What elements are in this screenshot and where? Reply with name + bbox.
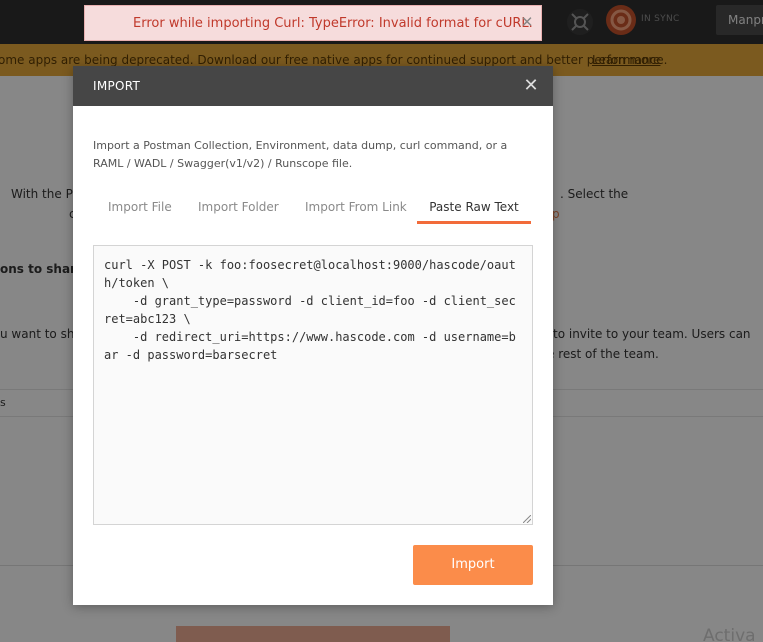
- tab-import-from-link[interactable]: Import From Link: [305, 190, 407, 224]
- import-description: Import a Postman Collection, Environment…: [93, 139, 508, 170]
- error-toast: Error while importing Curl: TypeError: I…: [84, 5, 542, 41]
- import-tabs: Import File Import Folder Import From Li…: [93, 190, 533, 226]
- raw-text-input[interactable]: curl -X POST -k foo:foosecret@localhost:…: [93, 245, 533, 525]
- close-icon[interactable]: ✕: [517, 12, 537, 32]
- import-modal: IMPORT ✕ Import a Postman Collection, En…: [73, 66, 553, 605]
- resize-grip-icon[interactable]: [523, 515, 531, 523]
- tab-paste-raw-text[interactable]: Paste Raw Text: [417, 190, 531, 224]
- tab-import-folder[interactable]: Import Folder: [198, 190, 279, 224]
- modal-title: IMPORT: [93, 79, 141, 93]
- error-toast-message: Error while importing Curl: TypeError: I…: [133, 16, 533, 31]
- import-button[interactable]: Import: [413, 545, 533, 585]
- close-icon[interactable]: ✕: [521, 76, 541, 96]
- tab-import-file[interactable]: Import File: [108, 190, 172, 224]
- modal-header: IMPORT ✕: [73, 66, 553, 106]
